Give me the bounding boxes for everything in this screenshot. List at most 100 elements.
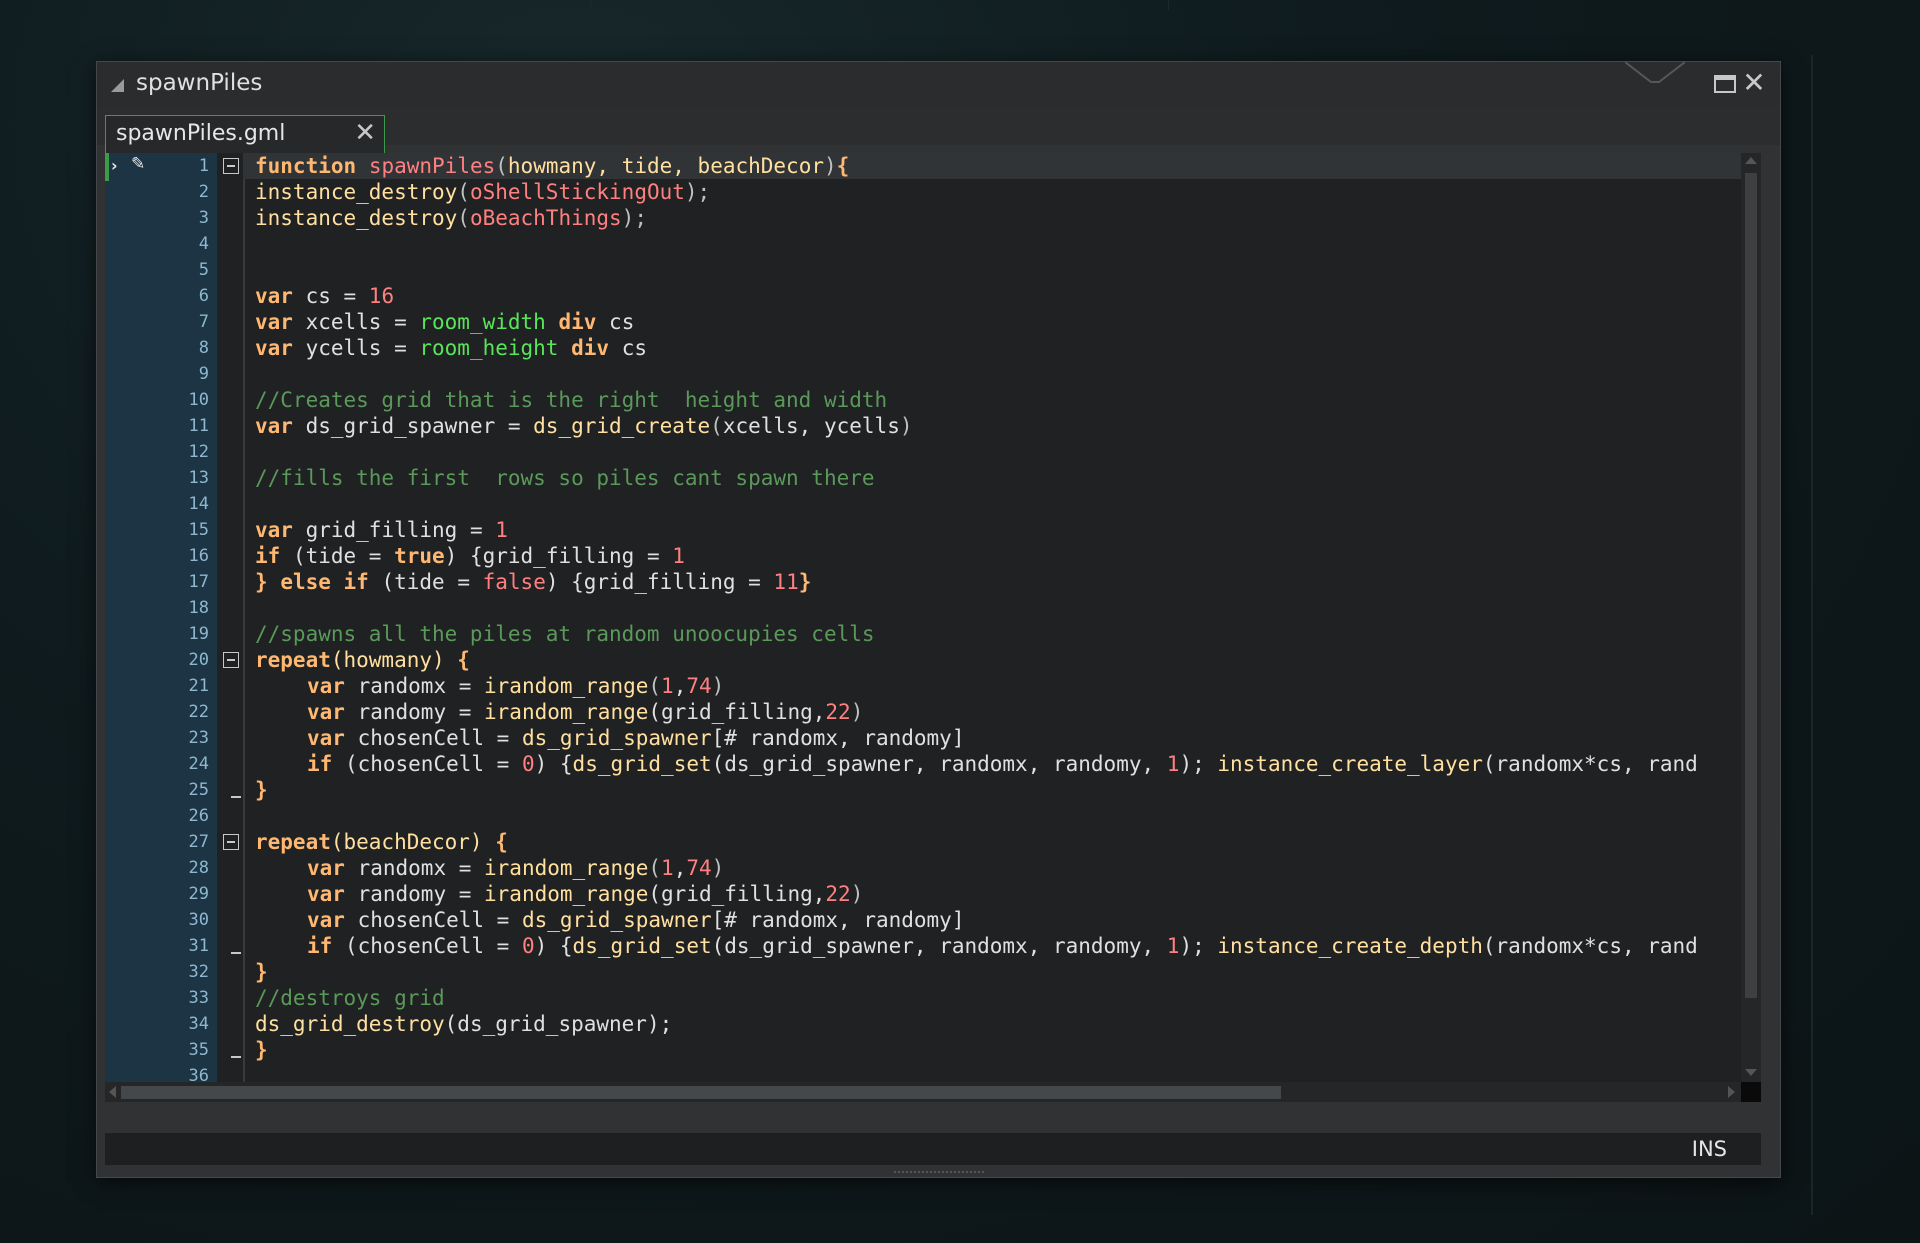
line-number: 26 — [188, 806, 209, 826]
code-line-33: //destroys grid — [255, 986, 445, 1010]
line-number: 19 — [188, 624, 209, 644]
code-line-29: var randomy = irandom_range(grid_filling… — [307, 882, 864, 906]
fold-end-marker — [231, 1056, 241, 1058]
line-number: 11 — [188, 416, 209, 436]
titlebar-notch-icon — [1625, 62, 1685, 83]
code-line-24: if (chosenCell = 0) {ds_grid_set(ds_grid… — [307, 752, 1698, 776]
window-title: spawnPiles — [136, 70, 263, 96]
code-line-2: instance_destroy(oShellStickingOut); — [255, 180, 711, 204]
scroll-down-icon[interactable] — [1745, 1069, 1757, 1076]
fold-minus-icon[interactable] — [223, 652, 239, 668]
code-line-22: var randomy = irandom_range(grid_filling… — [307, 700, 864, 724]
status-bar: INS — [105, 1133, 1761, 1165]
fold-end-marker — [231, 796, 241, 798]
line-number-gutter: › ✎ 1 2 3 4 5 6 7 8 9 10 11 12 13 14 15 … — [105, 153, 217, 1102]
code-line-7: var xcells = room_width div cs — [255, 310, 635, 334]
horizontal-scroll-thumb[interactable] — [121, 1086, 1281, 1099]
code-line-27: repeat(beachDecor) { — [255, 830, 508, 854]
code-line-21: var randomx = irandom_range(1,74) — [307, 674, 725, 698]
line-number: 30 — [188, 910, 209, 930]
line-number: 18 — [188, 598, 209, 618]
line-number: 6 — [198, 286, 209, 306]
line-number: 17 — [188, 572, 209, 592]
tab-close-icon[interactable]: ✕ — [354, 118, 376, 148]
vertical-scroll-thumb[interactable] — [1745, 173, 1757, 998]
code-text-area[interactable]: function spawnPiles(howmany, tide, beach… — [255, 153, 1751, 1102]
code-line-34: ds_grid_destroy(ds_grid_spawner); — [255, 1012, 673, 1036]
line-number: 10 — [188, 390, 209, 410]
fold-guide — [243, 153, 245, 1102]
line-number: 15 — [188, 520, 209, 540]
scroll-up-icon[interactable] — [1745, 157, 1757, 164]
fold-end-marker — [231, 952, 241, 954]
line-number: 27 — [188, 832, 209, 852]
line-number: 14 — [188, 494, 209, 514]
horizontal-scrollbar[interactable] — [105, 1082, 1741, 1102]
line-number: 13 — [188, 468, 209, 488]
fold-minus-icon[interactable] — [223, 158, 239, 174]
code-line-20: repeat(howmany) { — [255, 648, 470, 672]
line-number: 5 — [198, 260, 209, 280]
line-number: 2 — [198, 182, 209, 202]
fold-minus-icon[interactable] — [223, 834, 239, 850]
line-number: 34 — [188, 1014, 209, 1034]
code-line-31: if (chosenCell = 0) {ds_grid_set(ds_grid… — [307, 934, 1698, 958]
code-line-25: } — [255, 778, 268, 802]
resize-grip[interactable] — [893, 1171, 984, 1177]
code-line-13: //fills the first rows so piles cant spa… — [255, 466, 875, 490]
line-number: 20 — [188, 650, 209, 670]
close-icon[interactable]: ✕ — [1740, 69, 1768, 97]
code-line-11: var ds_grid_spawner = ds_grid_create(xce… — [255, 414, 913, 438]
code-line-16: if (tide = true) {grid_filling = 1 — [255, 544, 685, 568]
line-number: 9 — [198, 364, 209, 384]
insert-mode-indicator: INS — [1691, 1137, 1727, 1161]
code-line-10: //Creates grid that is the right height … — [255, 388, 888, 412]
line-number: 4 — [198, 234, 209, 254]
line-number: 25 — [188, 780, 209, 800]
vertical-scrollbar[interactable] — [1741, 153, 1761, 1102]
code-line-1: function spawnPiles(howmany, tide, beach… — [255, 154, 850, 178]
line-number: 33 — [188, 988, 209, 1008]
line-number: 1 — [198, 156, 209, 176]
line-number: 3 — [198, 208, 209, 228]
line-number: 7 — [198, 312, 209, 332]
maximize-icon[interactable] — [1714, 75, 1736, 93]
line-number: 31 — [188, 936, 209, 956]
code-line-35: } — [255, 1038, 268, 1062]
line-number: 28 — [188, 858, 209, 878]
code-line-30: var chosenCell = ds_grid_spawner[# rando… — [307, 908, 965, 932]
active-line-indicator — [105, 153, 109, 181]
chevron-right-icon: › — [111, 156, 118, 175]
line-number: 12 — [188, 442, 209, 462]
scroll-right-icon[interactable] — [1728, 1086, 1735, 1098]
background-divider — [1811, 55, 1813, 1215]
tab-strip: spawnPiles.gml ✕ — [97, 107, 1780, 153]
line-number: 21 — [188, 676, 209, 696]
code-line-15: var grid_filling = 1 — [255, 518, 508, 542]
code-line-28: var randomx = irandom_range(1,74) — [307, 856, 725, 880]
line-number: 22 — [188, 702, 209, 722]
code-line-19: //spawns all the piles at random unoocup… — [255, 622, 875, 646]
line-number: 16 — [188, 546, 209, 566]
code-line-3: instance_destroy(oBeachThings); — [255, 206, 647, 230]
line-number: 23 — [188, 728, 209, 748]
window-titlebar[interactable]: spawnPiles ✕ — [97, 62, 1780, 107]
line-number: 32 — [188, 962, 209, 982]
code-line-32: } — [255, 960, 268, 984]
code-line-23: var chosenCell = ds_grid_spawner[# rando… — [307, 726, 965, 750]
tab-spawnpiles-gml[interactable]: spawnPiles.gml ✕ — [105, 115, 385, 153]
scroll-left-icon[interactable] — [109, 1086, 116, 1098]
triangle-collapse-icon[interactable] — [111, 79, 124, 92]
breakpoint-cursor-icon: ✎ — [131, 154, 146, 174]
line-number: 8 — [198, 338, 209, 358]
code-line-8: var ycells = room_height div cs — [255, 336, 647, 360]
code-editor[interactable]: › ✎ 1 2 3 4 5 6 7 8 9 10 11 12 13 14 15 … — [105, 153, 1761, 1102]
line-number: 35 — [188, 1040, 209, 1060]
scrollbar-corner — [1741, 1082, 1761, 1102]
code-editor-window: spawnPiles ✕ spawnPiles.gml ✕ › ✎ 1 2 3 … — [96, 61, 1781, 1178]
line-number: 24 — [188, 754, 209, 774]
tab-label: spawnPiles.gml — [116, 121, 286, 146]
fold-margin — [217, 153, 243, 1102]
line-number: 29 — [188, 884, 209, 904]
code-line-6: var cs = 16 — [255, 284, 395, 308]
